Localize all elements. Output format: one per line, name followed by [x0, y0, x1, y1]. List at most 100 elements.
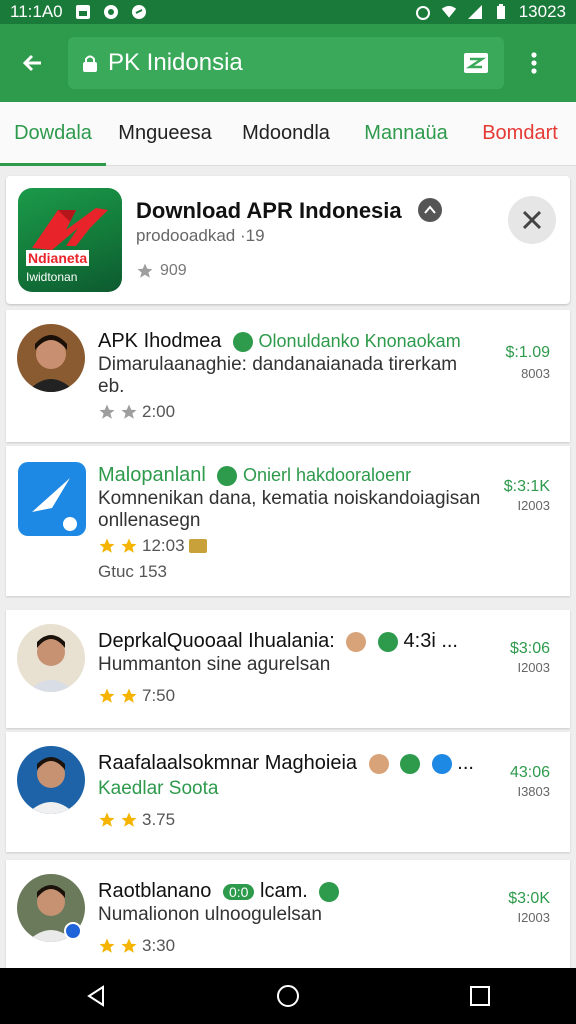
item-badge-pill: 0:0: [223, 884, 255, 900]
star-icon: [121, 538, 137, 553]
app-rating: 909: [136, 262, 187, 280]
item-rating: 2:00: [98, 402, 175, 422]
tab-label: Bomdart: [482, 122, 558, 144]
item-count: I3803: [517, 784, 550, 799]
nav-home-button[interactable]: [268, 976, 308, 1016]
rating-value: 2:00: [142, 402, 176, 421]
item-title: Raafalaalsokmnar Maghoieia ...: [98, 752, 474, 775]
verified-badge-icon: [400, 753, 421, 774]
triangle-back-icon: [87, 985, 104, 1007]
nav-recents-button[interactable]: [460, 976, 500, 1016]
rating-value: 3.75: [142, 810, 176, 829]
status-bar: 11:1A0 13023: [0, 0, 576, 24]
item-price: $:1.09: [505, 344, 550, 361]
star-icon: [121, 812, 137, 827]
star-icon: [121, 938, 137, 953]
verified-badge-icon: [217, 465, 238, 486]
item-badge-text: Onierl hakdooraloenr: [242, 465, 412, 485]
battery-icon: [493, 4, 509, 20]
list-item[interactable]: APK Ihodmea Olonuldanko Knonaokam Dimaru…: [6, 310, 570, 442]
star-icon: [137, 263, 153, 278]
verified-badge-icon: [232, 331, 253, 352]
item-price: $3:06: [509, 640, 550, 657]
nav-back-button[interactable]: [76, 976, 116, 1016]
image-icon: [75, 4, 91, 20]
emoji-icon: [346, 631, 367, 652]
list-item[interactable]: Raafalaalsokmnar Maghoieia ... Kaedlar S…: [6, 732, 570, 852]
system-nav-bar: [0, 968, 576, 1024]
star-icon: [121, 688, 137, 703]
item-rating: 12:03: [98, 536, 207, 556]
logo-text-1: Ndianeta: [26, 250, 90, 266]
tab-mdoondla[interactable]: Mdoondla: [224, 102, 348, 166]
item-rating: 3:30: [98, 936, 175, 956]
item-desc-1: Komnenikan dana, kematia noiskandoiagisa…: [98, 488, 481, 509]
wifi-icon: [441, 4, 457, 20]
item-desc-2: onllenasegn: [98, 510, 201, 531]
list-item[interactable]: Malopanlanl Onierl hakdooraloenr Komneni…: [6, 446, 570, 596]
item-count: I2003: [517, 910, 550, 925]
item-name-tail: lcam.: [260, 880, 308, 902]
status-right-text: 13023: [518, 2, 566, 21]
item-rating: 7:50: [98, 686, 175, 706]
arrow-left-icon: [22, 54, 41, 72]
item-name: Raotblanano: [98, 880, 212, 902]
tab-label: Mannaüa: [364, 122, 448, 144]
avatar: [17, 324, 85, 392]
star-icon: [99, 812, 115, 827]
close-button[interactable]: [508, 196, 556, 244]
item-name: DeprkalQuooaal Ihualania:: [98, 630, 335, 652]
item-badge-text: Olonuldanko Knonaokam: [258, 331, 461, 351]
list-item[interactable]: Raotblanano 0:0 lcam. Numalionon ulnoogu…: [6, 860, 570, 968]
star-icon: [121, 404, 137, 419]
verified-icon: [418, 198, 442, 222]
tab-bomdart[interactable]: Bomdart: [464, 102, 576, 166]
list-item[interactable]: DeprkalQuooaal Ihualania: 4:3i ... Humma…: [6, 610, 570, 728]
tab-dowdala[interactable]: Dowdala: [0, 102, 106, 166]
item-desc-2: eb.: [98, 376, 125, 397]
rating-value: 7:50: [142, 686, 176, 705]
tab-label: Mdoondla: [242, 122, 330, 144]
item-rating: 3.75: [98, 810, 175, 830]
item-count: I2003: [517, 660, 550, 675]
back-button[interactable]: [10, 40, 56, 86]
verified-badge-icon: [377, 631, 398, 652]
url-bar[interactable]: PK Inidonsia: [68, 37, 504, 89]
chat-icon: [131, 4, 147, 20]
send-icon: [32, 478, 77, 531]
emoji-icon: [368, 753, 389, 774]
item-desc-1: Hummanton sine agurelsan: [98, 654, 331, 675]
item-desc-1: Kaedlar Soota: [98, 778, 219, 799]
circle-home-icon: [277, 985, 299, 1007]
item-price: $:3:1K: [503, 478, 550, 495]
app-header-card[interactable]: Ndianeta Iwidtonan Download APR Indonesi…: [6, 176, 570, 304]
signal-icon: [467, 4, 483, 20]
tab-mngueesa[interactable]: Mngueesa: [106, 102, 224, 166]
tab-label: Dowdala: [14, 122, 92, 144]
tab-label: Mngueesa: [118, 122, 212, 144]
alarm-icon: [415, 4, 431, 20]
overflow-menu-button[interactable]: [514, 40, 554, 86]
rating-value: 12:03: [142, 536, 185, 555]
tab-switcher-icon[interactable]: [462, 51, 490, 75]
avatar: [17, 746, 85, 814]
item-title: Malopanlanl Onierl hakdooraloenr: [98, 464, 411, 487]
tools-icon: [522, 210, 542, 230]
item-suffix: 4:3i ...: [403, 630, 458, 652]
tab-mannaua[interactable]: Mannaüa: [348, 102, 464, 166]
item-title: APK Ihodmea Olonuldanko Knonaokam: [98, 330, 461, 353]
app-icon: [18, 462, 86, 536]
item-name: Raafalaalsokmnar Maghoieia: [98, 752, 358, 774]
star-icon: [99, 404, 115, 419]
avatar: [17, 624, 85, 692]
more-vert-icon: [531, 52, 537, 74]
verified-badge-icon: [319, 881, 340, 902]
logo-text-2: Iwidtonan: [26, 270, 78, 284]
item-desc-1: Numalionon ulnoogulelsan: [98, 904, 322, 925]
item-price: $3:0K: [508, 890, 550, 907]
item-count: I2003: [517, 498, 550, 513]
chat-bubble-icon: [431, 753, 452, 774]
record-icon: [103, 4, 119, 20]
item-desc-1: Dimarulaanaghie: dandanaianada tirerkam: [98, 354, 458, 375]
star-icon: [99, 938, 115, 953]
